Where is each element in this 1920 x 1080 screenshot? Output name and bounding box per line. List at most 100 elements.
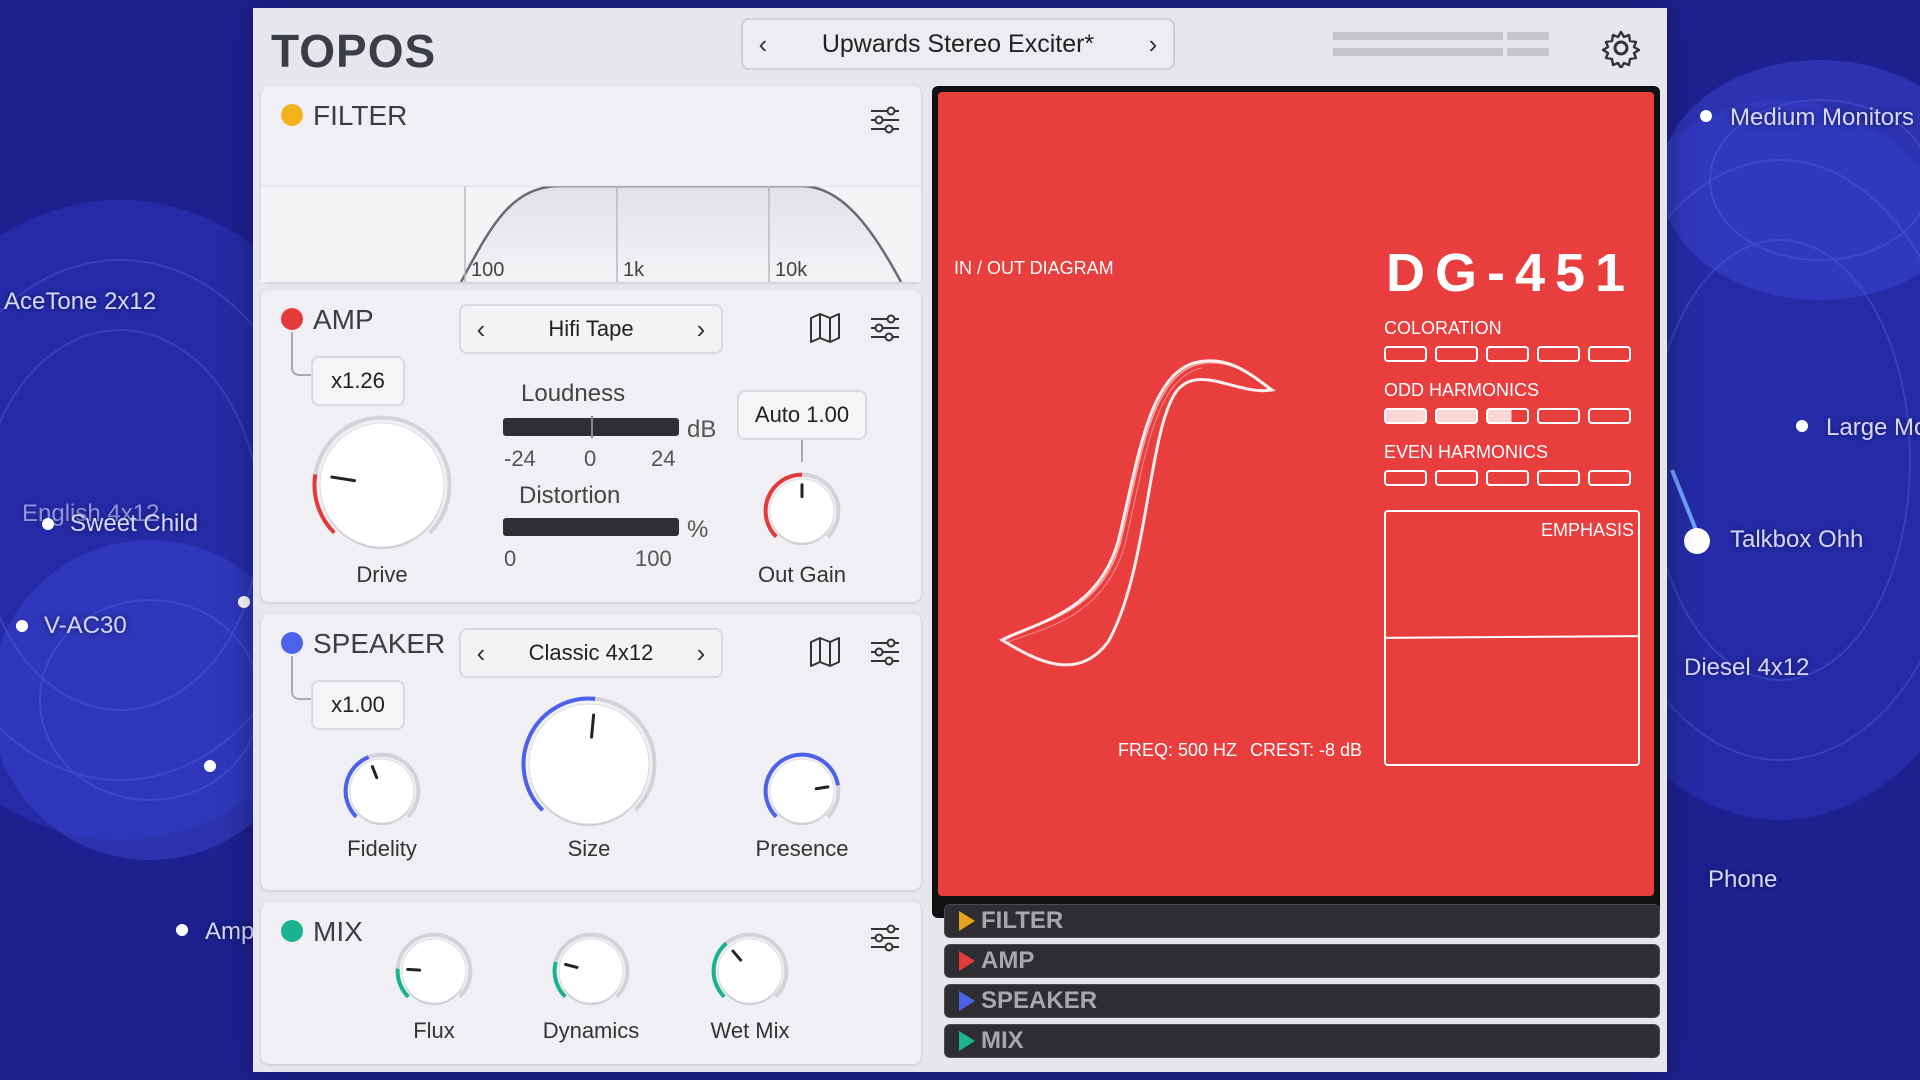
bg-label-vac30[interactable]: V-AC30 <box>44 612 127 640</box>
loudness-tick: 0 <box>584 446 597 471</box>
bg-label-diesel[interactable]: Diesel 4x12 <box>1684 654 1809 682</box>
harmonic-led <box>1537 346 1580 362</box>
presence-knob[interactable] <box>757 746 847 836</box>
distortion-meter[interactable] <box>503 518 679 536</box>
auto-label: Auto <box>754 402 801 427</box>
amp-title: AMP <box>313 304 374 335</box>
filter-curve[interactable]: 100 1k 10k <box>261 186 921 282</box>
bg-dot[interactable] <box>16 620 28 632</box>
harmonic-led <box>1435 470 1478 486</box>
chevron-right-icon[interactable]: › <box>1133 20 1173 68</box>
emphasis-box[interactable]: EMPHASIS <box>1384 510 1640 766</box>
module-name: MIX <box>981 1027 1024 1054</box>
amp-model[interactable]: Hifi Tape <box>548 316 633 342</box>
harmonic-led <box>1486 470 1529 486</box>
map-icon[interactable] <box>807 310 843 346</box>
play-icon <box>959 951 975 971</box>
sliders-icon[interactable] <box>867 634 903 670</box>
bg-label-sweet-child[interactable]: Sweet Child <box>70 510 198 538</box>
module-row-mix[interactable]: MIX <box>944 1024 1660 1058</box>
emphasis-label: EMPHASIS <box>1540 520 1634 540</box>
chevron-left-icon[interactable]: ‹ <box>461 305 501 353</box>
bg-dot[interactable] <box>1700 110 1712 122</box>
distortion-tick: 100 <box>635 546 672 571</box>
speaker-multiplier[interactable]: x1.00 <box>311 680 405 730</box>
bg-label-acetone[interactable]: AceTone 2x12 <box>4 288 156 316</box>
knob-body[interactable] <box>319 422 445 548</box>
drive-knob[interactable] <box>307 410 457 560</box>
out-gain-knob[interactable] <box>757 466 847 556</box>
play-icon <box>959 1031 975 1051</box>
svg-text:100: 100 <box>471 259 504 281</box>
distortion-tick: 0 <box>504 546 517 571</box>
distortion-display: IN / OUT DIAGRAM DG-451 COLORATION ODD H… <box>938 92 1654 896</box>
app-logo: TOPOS <box>271 25 437 77</box>
wet-mix-knob[interactable] <box>705 926 795 1016</box>
filter-title: FILTER <box>313 100 408 131</box>
output-level-meter <box>1333 32 1549 60</box>
bg-label-amp[interactable]: Amp <box>205 918 254 946</box>
sliders-icon[interactable] <box>867 310 903 346</box>
harmonic-led <box>1384 470 1427 486</box>
filter-led[interactable] <box>281 104 303 126</box>
map-icon[interactable] <box>807 634 843 670</box>
freq-readout: FREQ: 500 HZ <box>1118 740 1238 760</box>
auto-value: 1.00 <box>806 402 850 427</box>
bg-label-medium-monitors[interactable]: Medium Monitors <box>1730 104 1914 132</box>
speaker-title: SPEAKER <box>313 628 446 659</box>
preset-name[interactable]: Upwards Stereo Exciter* <box>822 30 1094 59</box>
bg-dot[interactable] <box>238 596 250 608</box>
gear-icon[interactable] <box>1601 28 1641 68</box>
sliders-icon[interactable] <box>867 102 903 138</box>
preset-selector[interactable]: ‹ Upwards Stereo Exciter* › <box>741 18 1175 70</box>
harmonic-led <box>1435 346 1478 362</box>
module-name: AMP <box>981 947 1035 974</box>
amp-multiplier[interactable]: x1.26 <box>311 356 405 406</box>
odd-harmonics-label: ODD HARMONICS <box>1384 380 1540 400</box>
drive-label: Drive <box>356 562 408 587</box>
bg-dot[interactable] <box>176 924 188 936</box>
flux-label: Flux <box>413 1018 455 1043</box>
bg-label-phone[interactable]: Phone <box>1708 866 1777 894</box>
knob-body[interactable] <box>717 938 783 1004</box>
speaker-led[interactable] <box>281 632 303 654</box>
flux-knob[interactable] <box>389 926 479 1016</box>
knob-body[interactable] <box>528 703 650 825</box>
size-knob[interactable] <box>515 690 663 838</box>
knob-body[interactable] <box>558 938 624 1004</box>
speaker-model[interactable]: Classic 4x12 <box>529 640 654 666</box>
dynamics-label: Dynamics <box>542 1018 640 1043</box>
bg-dot-selected[interactable] <box>1684 528 1710 554</box>
bg-label-large-monitors[interactable]: Large Monitors <box>1826 414 1920 442</box>
device-model: DG-451 <box>1386 243 1636 303</box>
dynamics-knob[interactable] <box>546 926 636 1016</box>
module-row-filter[interactable]: FILTER <box>944 904 1660 938</box>
amp-model-selector[interactable]: ‹ Hifi Tape › <box>459 304 723 354</box>
even-harmonics-leds <box>1384 470 1631 486</box>
knob-body[interactable] <box>349 758 415 824</box>
bg-dot[interactable] <box>42 518 54 530</box>
module-row-amp[interactable]: AMP <box>944 944 1660 978</box>
knob-body[interactable] <box>769 758 835 824</box>
module-row-speaker[interactable]: SPEAKER <box>944 984 1660 1018</box>
bg-dot[interactable] <box>204 760 216 772</box>
knob-pointer <box>590 713 596 739</box>
sliders-icon[interactable] <box>867 920 903 956</box>
svg-text:10k: 10k <box>775 259 808 281</box>
fidelity-label: Fidelity <box>347 836 417 861</box>
bg-label-talkbox[interactable]: Talkbox Ohh <box>1730 526 1863 554</box>
harmonic-led <box>1486 346 1529 362</box>
module-name: SPEAKER <box>981 987 1098 1014</box>
chevron-right-icon[interactable]: › <box>681 629 721 677</box>
filter-panel: FILTER 100 1k 10k <box>261 86 921 282</box>
bg-dot[interactable] <box>1796 420 1808 432</box>
chevron-left-icon[interactable]: ‹ <box>743 20 783 68</box>
chevron-right-icon[interactable]: › <box>681 305 721 353</box>
auto-gain-field[interactable]: Auto 1.00 <box>737 390 867 440</box>
speaker-model-selector[interactable]: ‹ Classic 4x12 › <box>459 628 723 678</box>
mix-led[interactable] <box>281 920 303 942</box>
chevron-left-icon[interactable]: ‹ <box>461 629 501 677</box>
fidelity-knob[interactable] <box>337 746 427 836</box>
speaker-panel: SPEAKER x1.00 ‹ Classic 4x12 › Fidelity … <box>261 614 921 890</box>
amp-led[interactable] <box>281 308 303 330</box>
